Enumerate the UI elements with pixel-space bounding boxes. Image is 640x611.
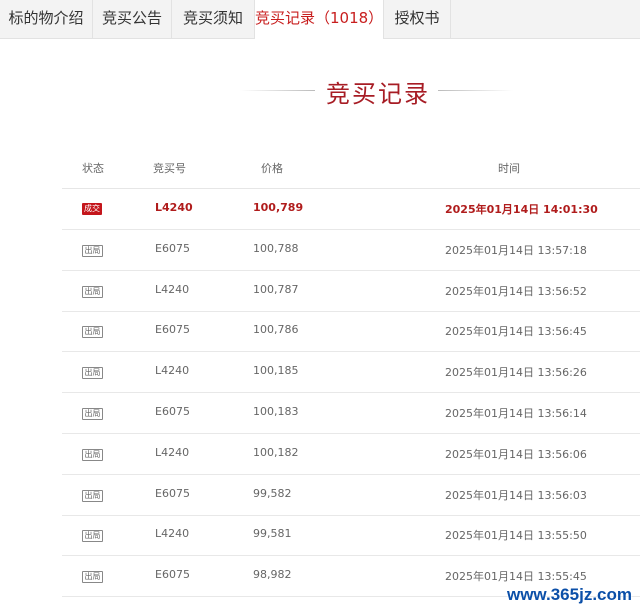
heading-divider-right [438, 90, 513, 91]
table-row: 出局 L4240 100,182 2025年01月14日 13:56:06 [62, 434, 640, 475]
table-row: 出局 E6075 100,788 2025年01月14日 13:57:18 [62, 230, 640, 271]
bid-number-cell: L4240 [155, 364, 190, 378]
tab-item-intro[interactable]: 标的物介绍 [0, 0, 93, 38]
price-cell: 100,788 [253, 241, 299, 255]
watermark: www.365jz.com [506, 585, 632, 604]
time-cell: 2025年01月14日 13:55:50 [445, 529, 587, 543]
status-badge-out: 出局 [82, 530, 103, 543]
price-cell: 99,581 [253, 527, 292, 541]
time-cell: 2025年01月14日 13:57:18 [445, 243, 587, 257]
column-header-price: 价格 [261, 162, 283, 175]
price-cell: 100,183 [253, 405, 299, 418]
bid-number-cell: E6075 [155, 486, 190, 500]
tab-authorization[interactable]: 授权书 [384, 0, 451, 38]
status-badge-out: 出局 [82, 326, 103, 339]
price-cell: 100,786 [253, 323, 299, 337]
column-header-time: 时间 [498, 162, 520, 175]
price-cell: 100,789 [253, 201, 304, 214]
time-cell: 2025年01月14日 13:55:45 [445, 570, 587, 584]
time-cell: 2025年01月14日 14:01:30 [445, 203, 598, 216]
status-badge-out: 出局 [82, 285, 103, 298]
time-cell: 2025年01月14日 13:56:26 [445, 366, 587, 380]
table-row: 出局 E6075 99,582 2025年01月14日 13:56:03 [62, 475, 640, 516]
bid-number-cell: E6075 [155, 241, 190, 255]
bid-number-cell: E6075 [155, 323, 190, 337]
table-row: 成交 L4240 100,789 2025年01月14日 14:01:30 [62, 189, 640, 230]
heading-divider-left [240, 90, 315, 91]
table-row: 出局 L4240 100,787 2025年01月14日 13:56:52 [62, 271, 640, 312]
table-row: 出局 L4240 99,581 2025年01月14日 13:55:50 [62, 515, 640, 557]
tab-bar: 标的物介绍 竞买公告 竞买须知 竞买记录（1018） 授权书 [0, 0, 640, 39]
bid-number-cell: E6075 [155, 405, 190, 418]
section-title: 竞买记录 [326, 80, 430, 108]
tab-bid-records[interactable]: 竞买记录（1018） [255, 0, 384, 39]
price-cell: 98,982 [253, 568, 292, 582]
time-cell: 2025年01月14日 13:56:52 [445, 284, 587, 298]
bid-number-cell: L4240 [155, 282, 190, 296]
bid-number-cell: E6075 [155, 568, 190, 582]
status-badge-deal: 成交 [82, 203, 102, 215]
tab-notice[interactable]: 竞买须知 [172, 0, 255, 38]
status-badge-out: 出局 [82, 489, 103, 502]
bid-number-cell: L4240 [155, 527, 190, 541]
bid-number-cell: L4240 [155, 445, 190, 459]
table-row: 出局 L4240 100,185 2025年01月14日 13:56:26 [62, 352, 640, 394]
table-row: 出局 E6075 100,786 2025年01月14日 13:56:45 [62, 311, 640, 353]
time-cell: 2025年01月14日 13:56:45 [445, 325, 587, 339]
price-cell: 99,582 [253, 486, 292, 500]
price-cell: 100,787 [253, 282, 299, 296]
time-cell: 2025年01月14日 13:56:14 [445, 407, 587, 420]
status-badge-out: 出局 [82, 408, 103, 420]
time-cell: 2025年01月14日 13:56:06 [445, 447, 587, 461]
column-header-bid-no: 竞买号 [153, 162, 186, 175]
price-cell: 100,182 [253, 445, 299, 459]
tab-announcement[interactable]: 竞买公告 [93, 0, 172, 38]
status-badge-out: 出局 [82, 367, 103, 380]
column-header-status: 状态 [82, 162, 104, 175]
bid-number-cell: L4240 [155, 201, 193, 214]
status-badge-out: 出局 [82, 448, 103, 461]
price-cell: 100,185 [253, 364, 299, 378]
time-cell: 2025年01月14日 13:56:03 [445, 488, 587, 502]
status-badge-out: 出局 [82, 571, 103, 584]
status-badge-out: 出局 [82, 244, 103, 257]
table-row: 出局 E6075 100,183 2025年01月14日 13:56:14 [62, 393, 640, 434]
